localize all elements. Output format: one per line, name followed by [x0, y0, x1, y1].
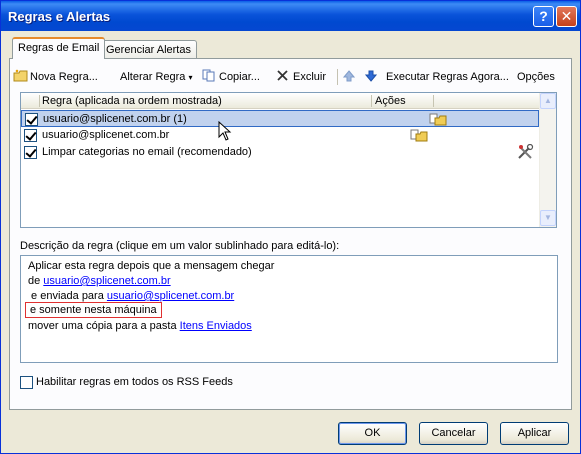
sent-items-folder-link[interactable]: Itens Enviados: [180, 320, 252, 332]
description-line: e enviada para usuario@splicenet.com.br: [28, 290, 234, 302]
this-machine-only-condition[interactable]: e somente nesta máquina: [25, 302, 162, 318]
recipient-address-link[interactable]: usuario@splicenet.com.br: [107, 290, 234, 302]
delete-label: Excluir: [293, 71, 327, 83]
change-rule-label: Alterar Regra: [120, 71, 186, 83]
description-text: e enviada para: [28, 290, 107, 302]
sender-address-link[interactable]: usuario@splicenet.com.br: [43, 275, 170, 287]
tab-label: Regras de Email: [18, 42, 100, 54]
chevron-down-icon: ▼: [544, 213, 552, 222]
copy-icon: [202, 69, 216, 82]
column-separator: [433, 95, 434, 107]
help-button[interactable]: ?: [533, 6, 554, 27]
move-down-button[interactable]: [364, 67, 382, 87]
new-rule-icon: [13, 69, 28, 82]
ok-label: OK: [364, 427, 381, 439]
rules-list-scrollbar[interactable]: ▲ ▼: [539, 93, 556, 227]
dropdown-arrow-icon: ▾: [188, 73, 193, 82]
rules-list[interactable]: Regra (aplicada na ordem mostrada) Ações…: [20, 92, 557, 228]
rules-alerts-dialog: Regras e Alertas ? ✕ Regras de Email Ger…: [0, 0, 581, 454]
tools-icon: [517, 143, 535, 160]
options-label: Opções: [517, 71, 555, 83]
column-separator: [371, 95, 372, 107]
arrow-down-icon: [364, 69, 379, 82]
rule-enabled-checkbox[interactable]: [25, 113, 38, 126]
description-line: de usuario@splicenet.com.br: [28, 275, 171, 287]
column-rule[interactable]: Regra (aplicada na ordem mostrada): [42, 95, 222, 107]
description-text: de: [28, 275, 44, 287]
copy-label: Copiar...: [219, 71, 260, 83]
tab-label: Gerenciar Alertas: [106, 44, 191, 56]
rule-row[interactable]: usuario@splicenet.com.br: [21, 127, 539, 144]
rule-row[interactable]: usuario@splicenet.com.br (1): [21, 110, 539, 127]
close-button[interactable]: ✕: [556, 6, 577, 27]
run-rules-label: Executar Regras Agora...: [386, 71, 509, 83]
rule-enabled-checkbox[interactable]: [24, 146, 37, 159]
run-rules-button[interactable]: Executar Regras Agora...: [386, 67, 509, 87]
column-actions[interactable]: Ações: [375, 95, 406, 107]
copy-rule-button[interactable]: Copiar...: [202, 67, 260, 87]
copy-to-folder-icon: [410, 127, 428, 143]
chevron-up-icon: ▲: [544, 96, 552, 105]
apply-label: Aplicar: [517, 427, 552, 439]
cancel-button[interactable]: Cancelar: [419, 422, 488, 445]
description-line: mover uma cópia para a pasta Itens Envia…: [28, 320, 252, 332]
change-rule-button[interactable]: Alterar Regra ▾: [120, 67, 193, 87]
description-line: e somente nesta máquina: [25, 302, 162, 318]
close-icon: ✕: [560, 8, 573, 24]
ok-button[interactable]: OK: [338, 422, 407, 445]
delete-icon: [276, 69, 290, 81]
move-up-button[interactable]: [342, 67, 360, 87]
rss-checkbox[interactable]: [20, 376, 33, 389]
rule-name: usuario@splicenet.com.br (1): [43, 113, 187, 125]
rule-name: Limpar categorias no email (recomendado): [42, 146, 252, 158]
copy-to-folder-icon: [429, 111, 447, 127]
scroll-down-button[interactable]: ▼: [540, 210, 556, 226]
arrow-up-icon: [342, 69, 357, 82]
rules-list-header: Regra (aplicada na ordem mostrada) Ações: [21, 93, 539, 109]
column-separator: [39, 95, 40, 107]
apply-button[interactable]: Aplicar: [500, 422, 569, 445]
rule-row[interactable]: Limpar categorias no email (recomendado): [21, 143, 539, 161]
rule-enabled-checkbox[interactable]: [24, 129, 37, 142]
window-title: Regras e Alertas: [8, 9, 111, 24]
description-line: Aplicar esta regra depois que a mensagem…: [28, 260, 275, 272]
title-bar[interactable]: Regras e Alertas ? ✕: [1, 1, 580, 31]
tab-manage-alerts[interactable]: Gerenciar Alertas: [100, 40, 197, 60]
rule-description-box: Aplicar esta regra depois que a mensagem…: [20, 255, 558, 363]
rss-label: Habilitar regras em todos os RSS Feeds: [36, 376, 233, 388]
scroll-up-button[interactable]: ▲: [540, 93, 556, 109]
toolbar-separator: [337, 69, 338, 85]
options-button[interactable]: Opções: [517, 67, 555, 87]
tab-email-rules[interactable]: Regras de Email: [12, 37, 106, 59]
rule-name: usuario@splicenet.com.br: [42, 129, 170, 141]
description-text: mover uma cópia para a pasta: [28, 320, 180, 332]
description-label: Descrição da regra (clique em um valor s…: [20, 240, 340, 252]
delete-rule-button[interactable]: Excluir: [276, 67, 326, 87]
cancel-label: Cancelar: [431, 427, 476, 439]
rules-toolbar: Nova Regra... Alterar Regra ▾ Copiar... …: [13, 67, 563, 87]
new-rule-button[interactable]: Nova Regra...: [13, 67, 98, 87]
new-rule-label: Nova Regra...: [30, 71, 98, 83]
help-icon: ?: [539, 8, 548, 24]
